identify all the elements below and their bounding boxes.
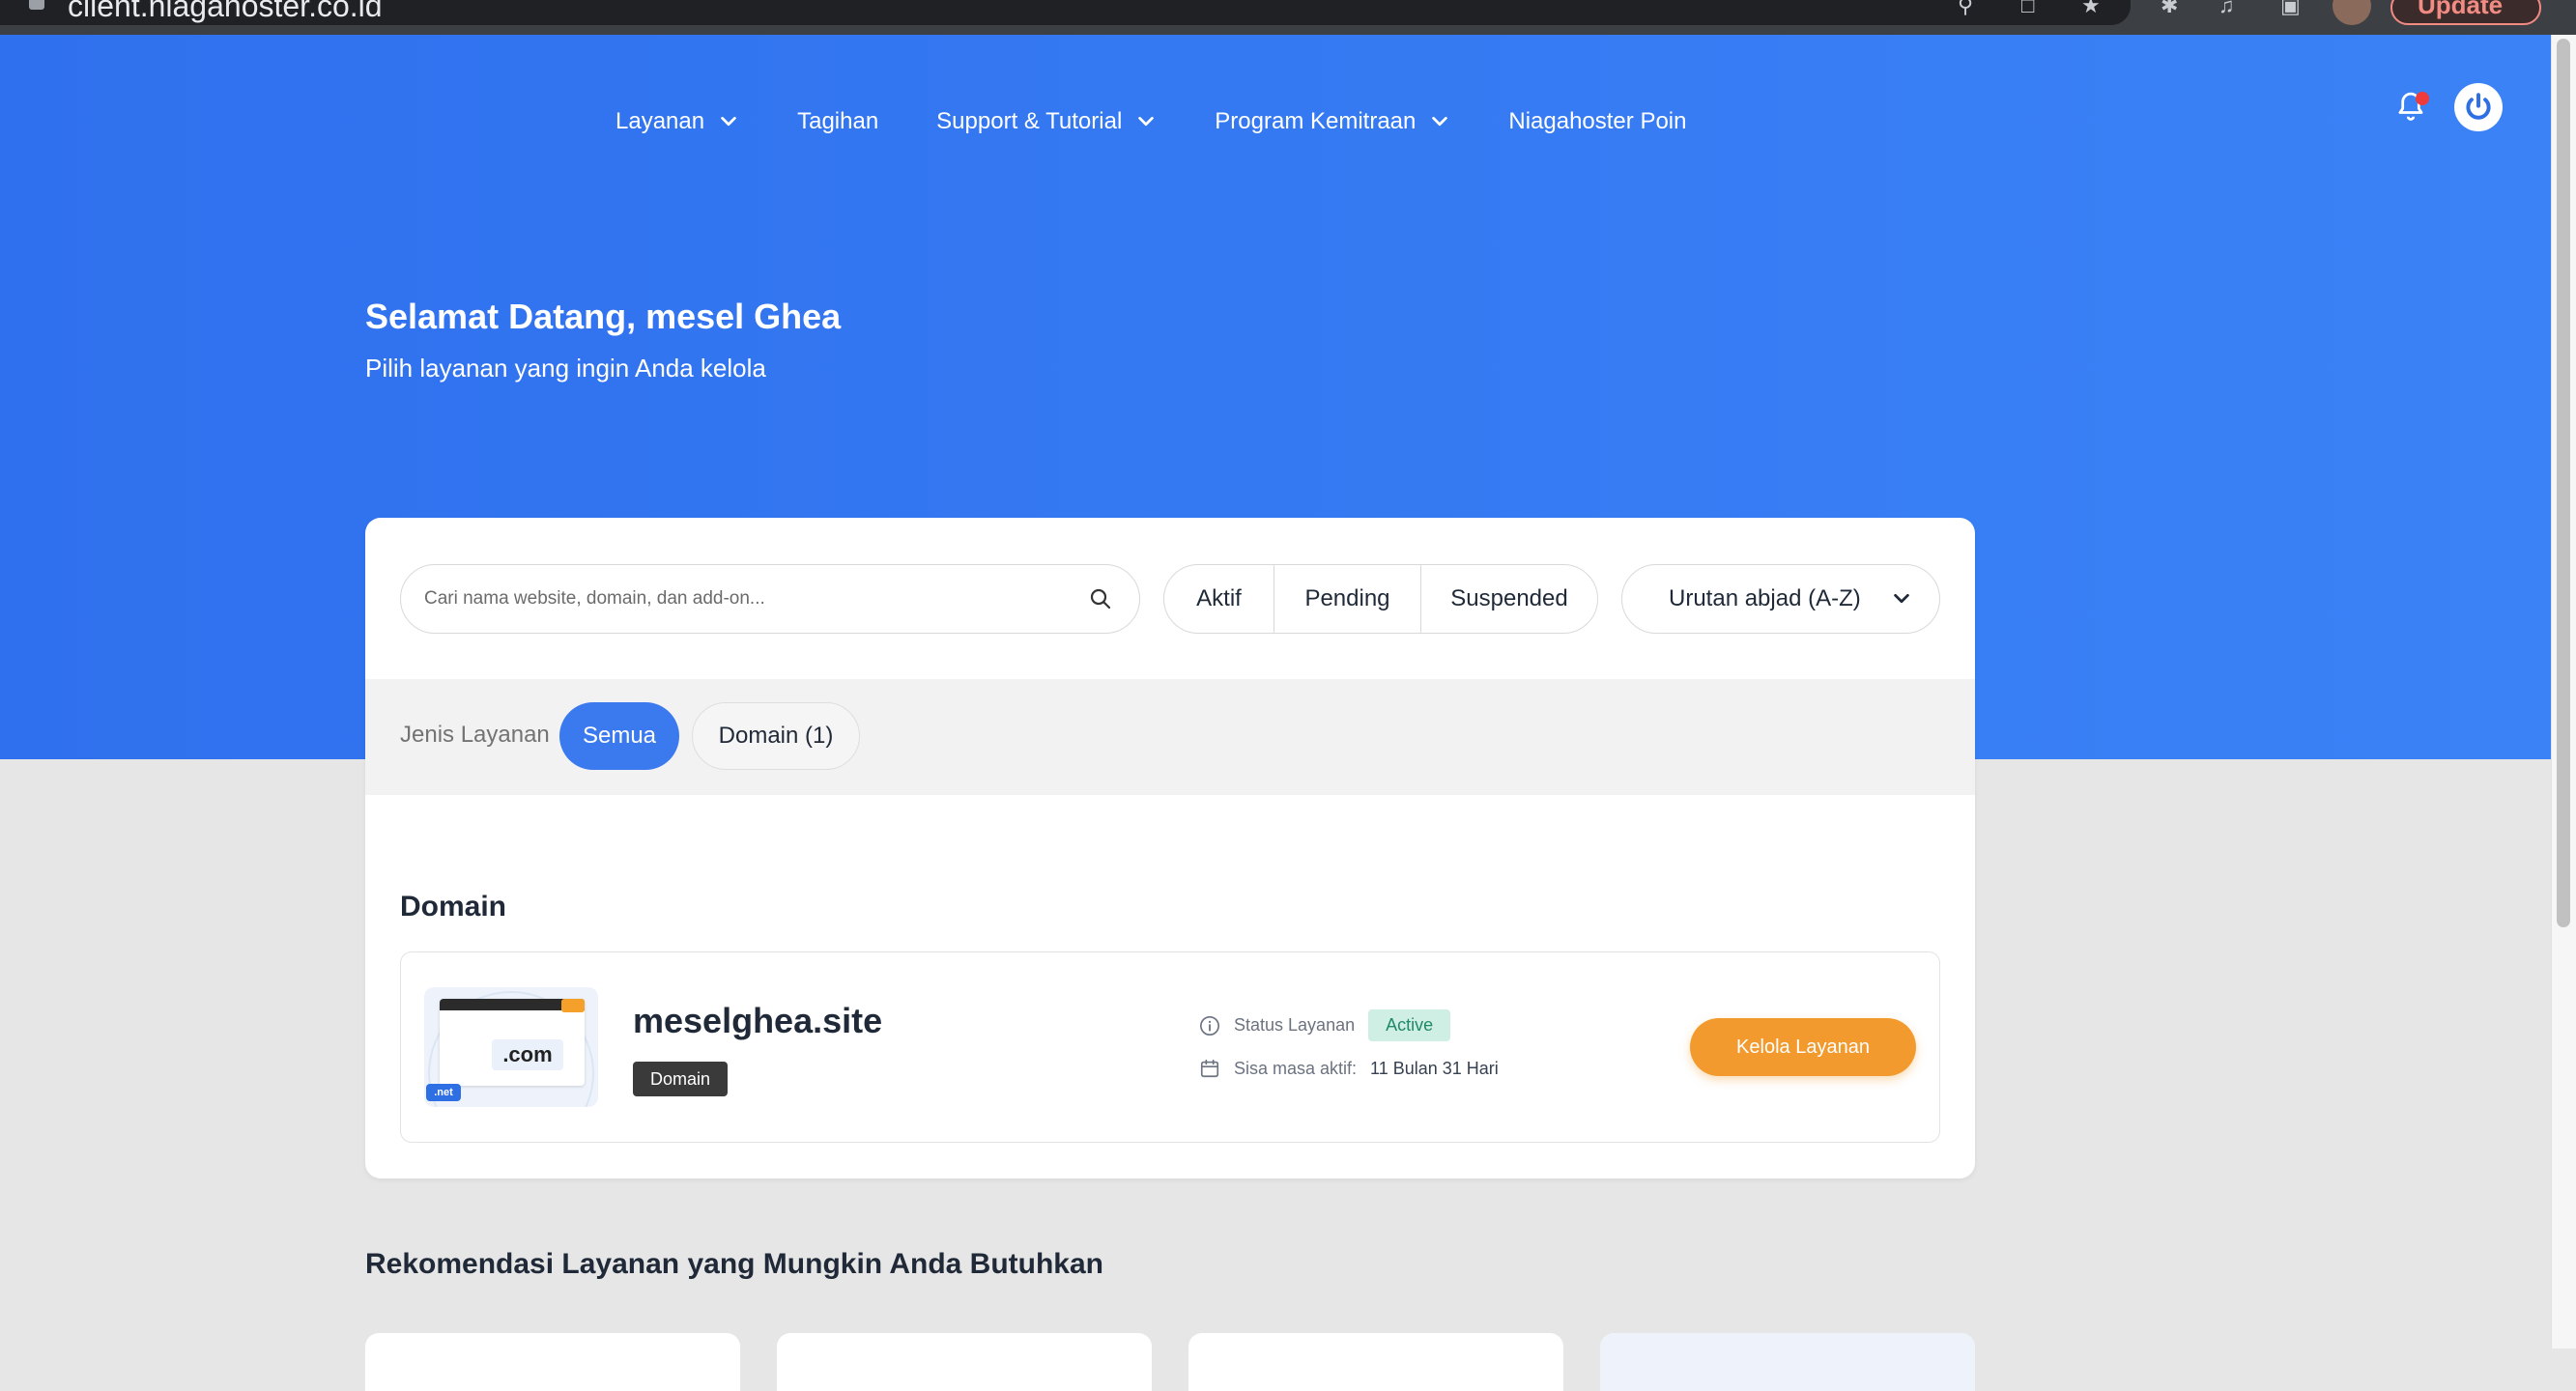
welcome-title: Selamat Datang, mesel Ghea (365, 297, 842, 336)
recommendation-card[interactable] (1600, 1333, 1975, 1391)
service-row: .com .net meselghea.site Domain Status L… (400, 951, 1940, 1143)
remaining-value: 11 Bulan 31 Hari (1370, 1058, 1499, 1078)
nav-item-label: Layanan (615, 108, 705, 134)
browser-update-label: Update (2418, 0, 2504, 19)
search-input[interactable] (424, 588, 1089, 610)
welcome-subtitle: Pilih layanan yang ingin Anda kelola (365, 354, 766, 383)
thumbnail-tld: .com (492, 1039, 563, 1070)
notification-dot (2416, 92, 2429, 105)
app-root: Layanan Tagihan Support & Tutorial Progr… (0, 35, 2551, 1391)
status-filter-suspended[interactable]: Suspended (1421, 565, 1597, 633)
nav-item-label: Program Kemitraan (1215, 108, 1417, 134)
recommendations-title: Rekomendasi Layanan yang Mungkin Anda Bu… (365, 1248, 1104, 1280)
site-info-icon[interactable] (29, 0, 44, 10)
profile-avatar[interactable] (2333, 0, 2371, 25)
bell-icon[interactable] (2394, 90, 2429, 125)
thumbnail-window: .com (440, 999, 585, 1086)
search-icon[interactable] (1089, 587, 1112, 610)
status-filter-label: Pending (1304, 585, 1390, 611)
nav-item-kemitraan[interactable]: Program Kemitraan (1215, 108, 1450, 135)
nav-item-layanan[interactable]: Layanan (615, 108, 739, 135)
power-icon[interactable] (2454, 83, 2503, 131)
domain-name: meselghea.site (633, 1001, 883, 1040)
service-type-badge: Domain (633, 1062, 729, 1096)
browser-toolbar: client.niagahoster.co.id ⚲ □ ★ ✱ ♫ ▣ Upd… (0, 0, 2576, 35)
info-icon (1200, 1015, 1219, 1036)
media-icon[interactable]: ♫ (2218, 0, 2235, 16)
address-bar[interactable]: client.niagahoster.co.id (0, 0, 2131, 25)
recommendation-card[interactable] (365, 1333, 740, 1391)
status-filter-group: Aktif Pending Suspended (1163, 564, 1598, 634)
status-badge: Active (1368, 1009, 1451, 1041)
main-nav: Layanan Tagihan Support & Tutorial Progr… (615, 98, 1744, 146)
status-filter-label: Suspended (1450, 585, 1568, 611)
browser-update-button[interactable]: Update (2390, 0, 2541, 25)
nav-item-support[interactable]: Support & Tutorial (936, 108, 1157, 135)
share-icon[interactable]: □ (2021, 0, 2034, 16)
thumbnail-tag (561, 999, 585, 1012)
address-url[interactable]: client.niagahoster.co.id (68, 0, 383, 24)
remaining-label: Sisa masa aktif: (1234, 1058, 1358, 1078)
chevron-down-icon (721, 116, 736, 127)
service-status-line: Status Layanan Active (1199, 1009, 1451, 1041)
status-label: Status Layanan (1234, 1015, 1356, 1035)
recommendation-card[interactable] (777, 1333, 1152, 1391)
service-type-all-label: Semua (582, 723, 657, 749)
nav-item-tagihan[interactable]: Tagihan (797, 108, 878, 135)
search-field[interactable] (400, 564, 1140, 634)
status-filter-label: Aktif (1196, 585, 1242, 611)
side-panel-icon[interactable]: ▣ (2280, 0, 2301, 16)
chevron-down-icon (1138, 116, 1155, 127)
bookmark-star-icon[interactable]: ★ (2081, 0, 2101, 16)
services-card: Aktif Pending Suspended Urutan abjad (A-… (365, 518, 1975, 1178)
nav-item-label: Niagahoster Poin (1508, 108, 1687, 134)
recommendation-card[interactable] (1188, 1333, 1563, 1391)
manage-service-button[interactable]: Kelola Layanan (1690, 1018, 1916, 1076)
sort-select[interactable]: Urutan abjad (A-Z) (1621, 564, 1940, 634)
domain-thumbnail: .com .net (424, 987, 598, 1107)
chevron-down-icon (1894, 593, 1909, 604)
service-remaining-line: Sisa masa aktif: 11 Bulan 31 Hari (1199, 1058, 1499, 1079)
nav-item-poin[interactable]: Niagahoster Poin (1508, 108, 1686, 135)
section-title: Domain (400, 891, 507, 923)
sort-selected-value: Urutan abjad (A-Z) (1669, 585, 1861, 611)
service-type-domain-label: Domain (1) (718, 723, 834, 749)
chevron-down-icon (1432, 116, 1448, 127)
nav-actions (2394, 83, 2503, 131)
status-filter-aktif[interactable]: Aktif (1164, 565, 1274, 633)
thumbnail-net-tag: .net (426, 1084, 461, 1101)
manage-service-label: Kelola Layanan (1736, 1036, 1870, 1058)
service-type-label: Jenis Layanan (400, 722, 550, 748)
service-type-domain-tab[interactable]: Domain (1) (692, 702, 860, 770)
calendar-icon (1200, 1059, 1219, 1078)
scrollbar-thumb[interactable] (2557, 39, 2570, 927)
search-tab-icon[interactable]: ⚲ (1958, 0, 1973, 16)
nav-item-label: Support & Tutorial (936, 108, 1123, 134)
nav-item-label: Tagihan (797, 108, 879, 134)
extensions-icon[interactable]: ✱ (2161, 0, 2178, 16)
service-type-filter: Jenis Layanan Semua Domain (1) (365, 679, 1975, 795)
service-type-all-tab[interactable]: Semua (559, 702, 679, 770)
status-filter-pending[interactable]: Pending (1274, 565, 1421, 633)
